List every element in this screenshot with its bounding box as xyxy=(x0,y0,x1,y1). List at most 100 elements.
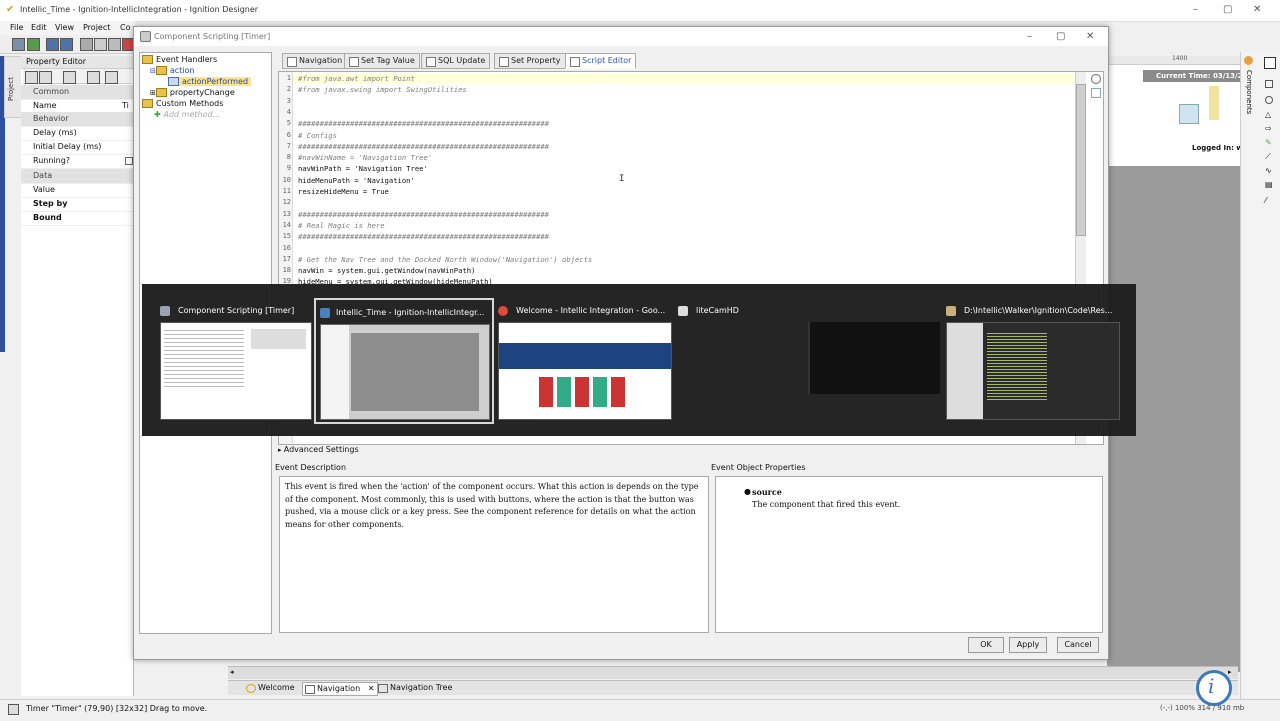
menu-project[interactable]: Project xyxy=(83,23,110,32)
pointer-tool-icon[interactable] xyxy=(1264,57,1276,69)
tab-navigation-tree[interactable]: Navigation Tree xyxy=(376,682,455,694)
apply-button[interactable]: Apply xyxy=(1009,637,1047,653)
property-section-data[interactable]: Data xyxy=(21,169,133,184)
tree-property-change[interactable]: ⊞ propertyChange xyxy=(150,88,235,97)
categorized-icon[interactable] xyxy=(25,71,38,84)
path-tool-icon[interactable]: ∿ xyxy=(1265,166,1272,175)
tab-set-property[interactable]: Set Property xyxy=(494,53,566,69)
switcher-thumbnail xyxy=(808,322,940,394)
tab-script-editor[interactable]: Script Editor xyxy=(565,53,637,69)
code-line[interactable]: # Real Magic is here xyxy=(298,221,385,230)
code-line[interactable]: ########################################… xyxy=(298,210,549,219)
line-number: 9 xyxy=(286,164,291,173)
property-step-by[interactable]: Step by xyxy=(21,197,133,212)
menu-file[interactable]: File xyxy=(10,23,23,32)
menu-view[interactable]: View xyxy=(55,23,74,32)
code-line[interactable]: navWin = system.gui.getWindow(navWinPath… xyxy=(298,266,475,275)
editor-scroll-thumb[interactable] xyxy=(1076,84,1086,236)
switcher-item-litecamhd[interactable]: liteCamHD xyxy=(678,300,808,418)
event-description-label: Event Description xyxy=(275,463,347,472)
save-icon[interactable] xyxy=(12,38,25,51)
app-title: Intellic_Time - Ignition-IntellicIntegra… xyxy=(20,5,259,14)
code-line[interactable]: navWinPath = 'Navigation Tree' xyxy=(298,164,428,173)
switcher-item-code-editor[interactable]: D:\Intellic\Walker\Ignition\Code\Res... xyxy=(946,300,1120,420)
code-line[interactable]: # Get the Nav Tree and the Docked North … xyxy=(298,255,592,264)
close-tab-icon[interactable]: ✕ xyxy=(368,684,375,693)
dialog-minimize-button[interactable]: – xyxy=(1027,31,1032,42)
running-checkbox[interactable] xyxy=(125,157,133,165)
close-button[interactable]: ✕ xyxy=(1253,4,1261,15)
tab-navigation[interactable]: Navigation ✕ xyxy=(302,682,379,696)
tab-set-tag-value[interactable]: Set Tag Value xyxy=(344,53,420,69)
tab-navigation-action[interactable]: Navigation xyxy=(282,53,348,69)
property-delay[interactable]: Delay (ms) xyxy=(21,126,133,141)
switcher-item-component-scripting[interactable]: Component Scripting [Timer] xyxy=(160,300,312,420)
property-section-behavior[interactable]: Behavior xyxy=(21,112,133,127)
palette-icon[interactable] xyxy=(1244,56,1253,65)
maximize-button[interactable]: ▢ xyxy=(1223,4,1232,15)
cancel-button[interactable]: Cancel xyxy=(1057,637,1099,653)
switcher-item-blank-window[interactable] xyxy=(808,300,940,418)
canvas-horizontal-scrollbar[interactable]: ◂ ▸ xyxy=(228,666,1238,679)
image-component-icon[interactable] xyxy=(1179,104,1199,124)
source-property-description: The component that fired this event. xyxy=(752,500,901,509)
expand-icon[interactable] xyxy=(87,71,100,84)
tree-event-handlers[interactable]: Event Handlers xyxy=(142,55,217,64)
project-panel-tab[interactable]: Project xyxy=(4,56,22,118)
property-bound[interactable]: Bound xyxy=(21,211,133,226)
paste-icon[interactable] xyxy=(108,38,121,51)
dialog-title: Component Scripting [Timer] xyxy=(154,32,271,41)
components-tab-label[interactable]: Components xyxy=(1245,70,1253,114)
line-tool-icon[interactable]: ⟋ xyxy=(1265,152,1271,162)
property-initial-delay[interactable]: Initial Delay (ms) xyxy=(21,140,133,155)
copy-icon[interactable] xyxy=(94,38,107,51)
code-line[interactable]: resizeHideMenu = True xyxy=(298,187,389,196)
code-line[interactable]: #from java.awt import Point xyxy=(298,74,415,83)
undo-icon[interactable] xyxy=(46,38,59,51)
gradient-tool-icon[interactable]: ▤ xyxy=(1265,180,1273,189)
sort-icon[interactable] xyxy=(39,71,52,84)
polygon-tool-icon[interactable]: △ xyxy=(1265,110,1271,119)
ellipse-tool-icon[interactable] xyxy=(1265,96,1273,104)
database-icon xyxy=(426,57,436,67)
code-line[interactable]: #from javax.swing import SwingUtilities xyxy=(298,85,467,94)
tree-action[interactable]: ⊟ action xyxy=(150,66,195,75)
arrow-tool-icon[interactable]: ⇨ xyxy=(1265,124,1272,133)
advanced-settings-toggle[interactable]: ▸ Advanced Settings xyxy=(278,445,1102,457)
logged-in-label: Logged In: w xyxy=(1192,144,1243,152)
tree-add-method[interactable]: ✚ Add method... xyxy=(154,110,220,119)
scroll-left-icon[interactable]: ◂ xyxy=(230,668,234,676)
code-line[interactable]: hideMenuPath = 'Navigation' xyxy=(298,176,415,185)
code-line[interactable]: ########################################… xyxy=(298,232,549,241)
scroll-right-icon[interactable]: ▸ xyxy=(1228,668,1232,676)
code-line[interactable]: #navWinName = 'Navigation Tree' xyxy=(298,153,432,162)
link-icon[interactable] xyxy=(1091,74,1101,84)
dialog-close-button[interactable]: ✕ xyxy=(1086,31,1094,42)
code-line[interactable]: ########################################… xyxy=(298,119,549,128)
cut-icon[interactable] xyxy=(80,38,93,51)
property-section-common[interactable]: Common xyxy=(21,85,133,100)
property-value[interactable]: Value xyxy=(21,183,133,198)
menu-component[interactable]: Co xyxy=(120,23,130,32)
eyedropper-tool-icon[interactable]: ⁄ xyxy=(1265,196,1266,205)
collapse-icon[interactable] xyxy=(105,71,118,84)
redo-icon[interactable] xyxy=(60,38,73,51)
rectangle-tool-icon[interactable] xyxy=(1265,80,1273,88)
dialog-maximize-button[interactable]: ▢ xyxy=(1056,31,1065,42)
tree-action-performed[interactable]: actionPerformed xyxy=(168,77,252,86)
ok-button[interactable]: OK xyxy=(968,637,1004,653)
filter-icon[interactable] xyxy=(63,71,76,84)
tree-custom-methods[interactable]: Custom Methods xyxy=(142,99,223,108)
tab-welcome[interactable]: Welcome xyxy=(244,682,298,694)
tab-sql-update[interactable]: SQL Update xyxy=(421,53,491,69)
menu-edit[interactable]: Edit xyxy=(31,23,47,32)
code-line[interactable]: # Configs xyxy=(298,131,337,140)
property-running[interactable]: Running? xyxy=(21,154,133,169)
minimize-button[interactable]: – xyxy=(1193,4,1198,15)
code-line[interactable]: ########################################… xyxy=(298,142,549,151)
switcher-item-ignition-designer[interactable]: Intellic_Time - Ignition-IntellicIntegr.… xyxy=(314,298,494,424)
pencil-tool-icon[interactable]: ✎ xyxy=(1265,138,1272,147)
switcher-item-chrome-welcome[interactable]: Welcome - Intellic Integration - Goo... xyxy=(498,300,672,420)
publish-icon[interactable] xyxy=(27,38,40,51)
tag-browse-icon[interactable] xyxy=(1091,88,1101,98)
